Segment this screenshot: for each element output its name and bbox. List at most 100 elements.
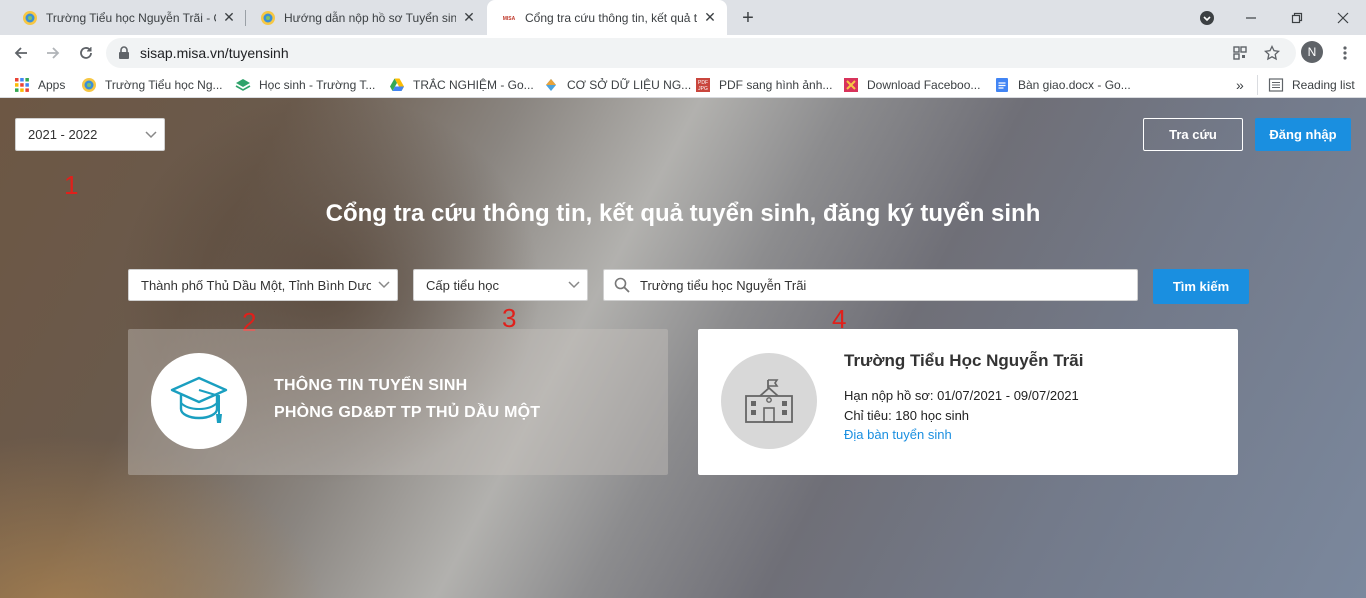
forward-button[interactable] (40, 40, 66, 66)
bookmark-label: Học sinh - Trường T... (259, 78, 376, 92)
reading-list-icon (1268, 78, 1284, 92)
bookmark-label: Apps (38, 78, 66, 92)
arrow-left-icon (14, 47, 27, 59)
arrow-right-icon (47, 47, 60, 59)
bookmark-label: Download Faceboo... (867, 78, 981, 92)
apps-grid-icon (15, 78, 29, 92)
chevron-down-circle-icon (1200, 10, 1214, 25)
card-icon-circle (721, 353, 817, 449)
bookmark-pdf[interactable]: PDF JPG PDF sang hình ảnh... (695, 75, 832, 95)
download-icon (844, 78, 858, 92)
svg-text:JPG: JPG (698, 86, 708, 92)
bookmark-database[interactable]: CƠ SỞ DỮ LIỆU NG... (543, 75, 691, 95)
search-input-value: Trường tiểu học Nguyễn Trãi (640, 277, 807, 293)
lock-icon (119, 46, 129, 59)
window-close-button[interactable] (1320, 0, 1366, 35)
bookmark-school[interactable]: Trường Tiểu học Ng... (81, 75, 223, 95)
menu-button[interactable] (1332, 40, 1358, 66)
school-name: Trường Tiểu Học Nguyễn Trãi (844, 351, 1084, 370)
restore-icon (1291, 12, 1303, 23)
lookup-button[interactable]: Tra cứu (1143, 118, 1243, 151)
address-bar[interactable]: sisap.misa.vn/tuyensinh (106, 38, 1296, 68)
page-title: Cổng tra cứu thông tin, kết quả tuyển si… (325, 200, 1041, 227)
location-select-value: Thành phố Thủ Dầu Một, Tỉnh Bình Dương (141, 277, 371, 293)
close-icon (1337, 12, 1349, 23)
tab-title: Trường Tiểu học Nguyễn Trãi - Q (46, 10, 216, 25)
bookmark-label: CƠ SỞ DỮ LIỆU NG... (567, 78, 692, 92)
level-select-value: Cấp tiểu học (426, 277, 499, 293)
bookmark-apps[interactable]: Apps (14, 75, 65, 95)
site-favicon (23, 10, 37, 25)
tab-portal[interactable]: MISA Cổng tra cứu thông tin, kết quả t ✕ (487, 0, 727, 35)
new-tab-button[interactable]: + (736, 6, 760, 30)
chevron-down-icon (138, 119, 164, 150)
card-line-1: THÔNG TIN TUYỂN SINH (274, 377, 468, 394)
close-icon[interactable]: ✕ (460, 9, 478, 27)
page-content: 2021 - 2022 Tra cứu Đăng nhập 1 Cổng tra… (0, 98, 1366, 598)
reading-list-label: Reading list (1292, 78, 1355, 92)
qr-code-icon (1233, 46, 1247, 60)
misa-favicon: MISA (502, 14, 516, 22)
pdf-jpg-icon: PDFJPG (696, 78, 710, 92)
login-button[interactable]: Đăng nhập (1255, 118, 1351, 151)
chevron-down-icon (371, 270, 397, 300)
school-result-card[interactable]: Trường Tiểu Học Nguyễn Trãi Hạn nộp hồ s… (698, 329, 1238, 475)
close-icon[interactable]: ✕ (220, 9, 238, 27)
admission-area-link[interactable]: Địa bàn tuyển sinh (844, 427, 952, 442)
tab-title: Hướng dẫn nộp hồ sơ Tuyển sinh (284, 10, 456, 25)
graduation-cap-icon (170, 376, 228, 423)
tab-school[interactable]: Trường Tiểu học Nguyễn Trãi - Q ✕ (8, 0, 246, 35)
deadline-text: Hạn nộp hồ sơ: 01/07/2021 - 09/07/2021 (844, 388, 1079, 403)
tab-strip: Trường Tiểu học Nguyễn Trãi - Q ✕ Hướng … (0, 0, 1366, 35)
bookmark-label: PDF sang hình ảnh... (719, 78, 833, 92)
tab-search-button[interactable] (1184, 0, 1230, 35)
search-button[interactable]: Tìm kiếm (1153, 269, 1249, 304)
admission-info-card[interactable]: THÔNG TIN TUYỂN SINH PHÒNG GD&ĐT TP THỦ … (128, 329, 668, 475)
bookmark-download[interactable]: Download Faceboo... (843, 75, 980, 95)
year-select-value: 2021 - 2022 (28, 127, 98, 142)
profile-avatar[interactable]: N (1301, 41, 1323, 63)
bookmark-students[interactable]: Học sinh - Trường T... (235, 75, 375, 95)
bookmark-quiz[interactable]: TRẮC NGHIỆM - Go... (389, 75, 534, 95)
bookmark-star-button[interactable] (1259, 40, 1285, 66)
school-search-input[interactable]: Trường tiểu học Nguyễn Trãi (603, 269, 1138, 301)
location-select[interactable]: Thành phố Thủ Dầu Một, Tỉnh Bình Dương (128, 269, 398, 301)
browser-toolbar: sisap.misa.vn/tuyensinh N (0, 35, 1366, 71)
bookmark-label: TRẮC NGHIỆM - Go... (413, 78, 534, 92)
card-line-2: PHÒNG GD&ĐT TP THỦ DẦU MỘT (274, 404, 541, 421)
reload-icon (80, 47, 92, 59)
qr-code-button[interactable] (1227, 40, 1253, 66)
layers-icon (235, 79, 251, 91)
restore-button[interactable] (1274, 0, 1320, 35)
level-select[interactable]: Cấp tiểu học (413, 269, 588, 301)
bookmarks-overflow[interactable]: » (1236, 75, 1244, 95)
site-favicon (82, 78, 96, 92)
kebab-menu-icon (1343, 46, 1347, 60)
site-favicon (261, 10, 275, 25)
close-icon[interactable]: ✕ (701, 9, 719, 27)
search-icon (614, 277, 630, 293)
bookmark-label: Bàn giao.docx - Go... (1018, 78, 1131, 92)
reading-list-button[interactable]: Reading list (1257, 75, 1355, 95)
bookmark-label: Trường Tiểu học Ng... (105, 78, 223, 92)
year-select[interactable]: 2021 - 2022 (15, 118, 165, 151)
annotation-1: 1 (64, 170, 79, 200)
minimize-button[interactable] (1228, 0, 1274, 35)
minimize-icon (1246, 16, 1256, 19)
diamond-icon (546, 79, 556, 91)
card-icon-circle (151, 353, 247, 449)
tab-guide[interactable]: Hướng dẫn nộp hồ sơ Tuyển sinh ✕ (246, 0, 486, 35)
tab-title: Cổng tra cứu thông tin, kết quả t (525, 10, 697, 25)
chevron-double-right-icon: » (1236, 77, 1244, 93)
bookmarks-bar: Apps Trường Tiểu học Ng... Học sinh - Tr… (0, 71, 1366, 98)
docs-icon (996, 78, 1008, 92)
reload-button[interactable] (73, 40, 99, 66)
chevron-down-icon (561, 270, 587, 300)
school-building-icon (745, 379, 793, 423)
google-drive-icon (390, 78, 404, 91)
star-icon (1264, 45, 1280, 61)
svg-text:MISA: MISA (503, 16, 516, 22)
back-button[interactable] (8, 40, 34, 66)
url-text: sisap.misa.vn/tuyensinh (140, 45, 289, 61)
bookmark-docs[interactable]: Bàn giao.docx - Go... (994, 75, 1131, 95)
